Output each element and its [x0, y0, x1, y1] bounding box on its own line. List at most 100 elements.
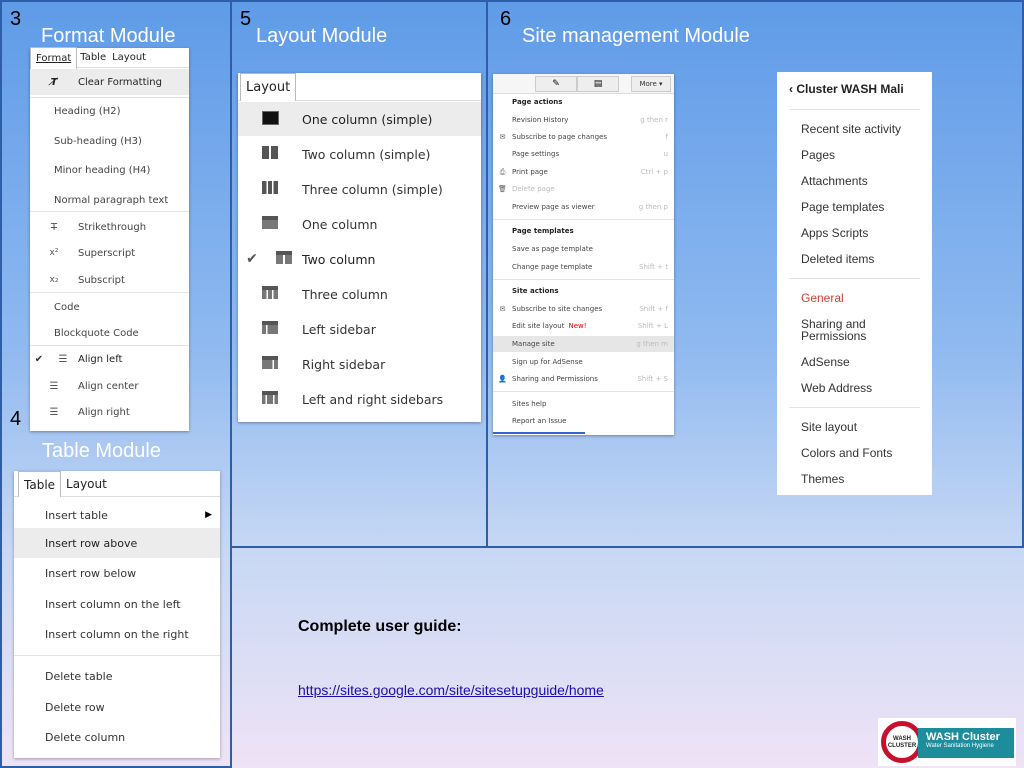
superscript-icon: x²	[49, 248, 59, 258]
layout-item-one-column-simple[interactable]: One column (simple)	[238, 102, 481, 136]
format-item-clear-formatting[interactable]: T̸ Clear Formatting	[30, 69, 189, 95]
printer-icon: ⎙	[499, 167, 506, 176]
site-item-label: Delete page	[512, 185, 555, 193]
align-right-icon: ☰	[49, 406, 59, 418]
format-item-label: Minor heading (H4)	[54, 164, 151, 176]
nav-adsense[interactable]: AdSense	[801, 355, 850, 369]
site-item-preview-viewer[interactable]: Preview page as viewer g then p	[493, 201, 674, 213]
nav-site-layout[interactable]: Site layout	[801, 420, 857, 434]
nav-page-templates[interactable]: Page templates	[801, 200, 884, 214]
layout-item-label: Left and right sidebars	[302, 391, 444, 407]
menubar-layout[interactable]: Layout	[109, 47, 149, 69]
table-item-insert-table[interactable]: Insert table ▶	[14, 500, 220, 530]
site-item-sharing-permissions[interactable]: 👤 Sharing and Permissions Shift + S	[493, 373, 674, 385]
layout-item-label: Two column	[302, 251, 376, 267]
table-item-insert-row-above[interactable]: Insert row above	[14, 528, 220, 558]
site-item-adsense[interactable]: Sign up for AdSense	[493, 356, 674, 368]
table-item-insert-row-below[interactable]: Insert row below	[14, 558, 220, 588]
site-panel-title: Site management Module	[522, 25, 750, 47]
format-item-superscript[interactable]: x² Superscript	[30, 242, 189, 264]
submenu-arrow-icon: ▶	[205, 510, 212, 520]
logo-circle: WASH CLUSTER	[881, 721, 923, 763]
menubar-layout[interactable]: Layout	[61, 471, 112, 497]
table-item-label: Insert row below	[45, 566, 137, 580]
site-item-label: Save as page template	[512, 245, 593, 253]
menubar-table[interactable]: Table	[77, 47, 109, 69]
site-item-label: Sites help	[512, 400, 547, 408]
table-item-label: Insert column on the left	[45, 597, 181, 611]
layout-item-left-sidebar[interactable]: Left sidebar	[238, 312, 481, 346]
menubar-table[interactable]: Table	[18, 470, 62, 497]
logo-circle-text: WASH CLUSTER	[887, 736, 917, 749]
format-item-align-left[interactable]: ✔ ☰ Align left	[30, 348, 189, 370]
table-item-delete-column[interactable]: Delete column	[14, 722, 220, 752]
manage-site-nav: ‹ Cluster WASH Mali Recent site activity…	[777, 72, 932, 495]
layout-item-label: Left sidebar	[302, 321, 376, 337]
check-icon: ✔	[246, 251, 258, 267]
nav-deleted-items[interactable]: Deleted items	[801, 252, 874, 266]
nav-pages[interactable]: Pages	[801, 148, 835, 162]
nav-recent-activity[interactable]: Recent site activity	[801, 122, 901, 136]
site-item-revision-history[interactable]: Revision History g then r	[493, 114, 674, 126]
nav-web-address[interactable]: Web Address	[801, 381, 872, 395]
site-item-sites-help[interactable]: Sites help	[493, 398, 674, 410]
site-name: Cluster WASH Mali	[796, 82, 904, 96]
table-item-insert-column-right[interactable]: Insert column on the right	[14, 619, 220, 649]
site-item-label: Edit site layout	[512, 322, 565, 330]
site-actions-menu: ✎ ▤ More ▾ Page actions Revision History…	[493, 74, 674, 435]
format-item-blockquote-code[interactable]: Blockquote Code	[30, 322, 189, 344]
table-item-insert-column-left[interactable]: Insert column on the left	[14, 589, 220, 619]
format-menubar: Format Table Layout	[30, 46, 189, 69]
nav-sharing-permissions[interactable]: Sharing and Permissions	[801, 318, 891, 342]
site-item-delete-page[interactable]: 🗑 Delete page	[493, 183, 674, 195]
site-item-subscribe-site[interactable]: ✉ Subscribe to site changes Shift + f	[493, 303, 674, 315]
new-badge: New!	[568, 322, 587, 330]
table-item-delete-table[interactable]: Delete table	[14, 661, 220, 691]
site-item-page-settings[interactable]: Page settings u	[493, 148, 674, 160]
site-item-edit-layout[interactable]: Edit site layout New! Shift + L	[493, 320, 674, 332]
table-item-label: Delete row	[45, 700, 105, 714]
nav-general[interactable]: General	[801, 291, 844, 305]
format-item-subscript[interactable]: x₂ Subscript	[30, 269, 189, 291]
layout-item-two-column-simple[interactable]: Two column (simple)	[238, 137, 481, 171]
layout-item-label: Two column (simple)	[302, 146, 431, 162]
format-item-normal-paragraph[interactable]: Normal paragraph text	[30, 189, 189, 211]
site-item-change-template[interactable]: Change page template Shift + t	[493, 261, 674, 273]
guide-link[interactable]: https://sites.google.com/site/sitesetupg…	[298, 682, 604, 698]
table-item-label: Insert column on the right	[45, 627, 189, 641]
section-header-page-templates: Page templates	[512, 227, 574, 235]
layout-item-label: Three column (simple)	[302, 181, 443, 197]
layout-item-right-sidebar[interactable]: Right sidebar	[238, 347, 481, 381]
format-item-align-center[interactable]: ☰ Align center	[30, 375, 189, 397]
format-item-strikethrough[interactable]: T Strikethrough	[30, 216, 189, 238]
nav-apps-scripts[interactable]: Apps Scripts	[801, 226, 868, 240]
format-item-code[interactable]: Code	[30, 296, 189, 318]
nav-colors-fonts[interactable]: Colors and Fonts	[801, 446, 892, 460]
edit-pencil-button[interactable]: ✎	[535, 76, 577, 92]
table-item-delete-row[interactable]: Delete row	[14, 692, 220, 722]
new-page-button[interactable]: ▤	[577, 76, 619, 92]
format-item-heading-h2[interactable]: Heading (H2)	[30, 100, 189, 122]
format-item-align-right[interactable]: ☰ Align right	[30, 401, 189, 423]
site-item-subscribe-page[interactable]: ✉ Subscribe to page changes f	[493, 131, 674, 143]
site-item-print-page[interactable]: ⎙ Print page Ctrl + p	[493, 166, 674, 178]
nav-attachments[interactable]: Attachments	[801, 174, 868, 188]
more-button[interactable]: More ▾	[631, 76, 671, 92]
menubar-layout[interactable]: Layout	[240, 72, 297, 101]
chevron-left-icon: ‹	[789, 82, 793, 96]
site-item-shortcut: Shift + f	[639, 305, 668, 313]
back-link[interactable]: ‹ Cluster WASH Mali	[789, 82, 904, 96]
format-item-subheading-h3[interactable]: Sub-heading (H3)	[30, 130, 189, 152]
menubar-format[interactable]: Format	[30, 46, 78, 69]
layout-item-two-column[interactable]: ✔ Two column	[238, 242, 481, 276]
layout-item-three-column-simple[interactable]: Three column (simple)	[238, 172, 481, 206]
site-item-report-issue[interactable]: Report an Issue	[493, 415, 674, 427]
site-item-save-template[interactable]: Save as page template	[493, 243, 674, 255]
format-item-minor-heading-h4[interactable]: Minor heading (H4)	[30, 159, 189, 181]
site-item-label: Subscribe to page changes	[512, 133, 607, 141]
site-item-manage-site[interactable]: Manage site g then m	[493, 336, 674, 352]
layout-item-left-right-sidebars[interactable]: Left and right sidebars	[238, 382, 481, 416]
nav-themes[interactable]: Themes	[801, 472, 844, 486]
layout-item-three-column[interactable]: Three column	[238, 277, 481, 311]
layout-item-one-column[interactable]: One column	[238, 207, 481, 241]
